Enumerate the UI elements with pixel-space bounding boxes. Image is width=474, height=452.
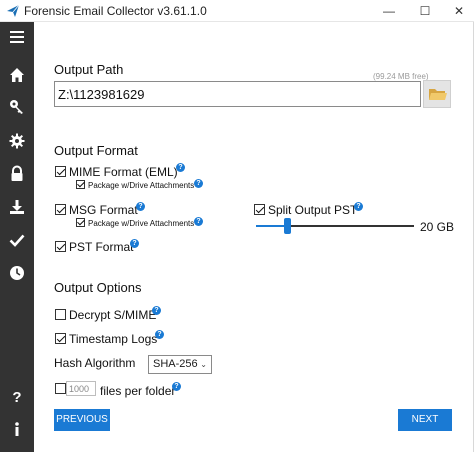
- free-space-label: (99.24 MB free): [373, 72, 429, 81]
- home-icon[interactable]: [8, 66, 26, 84]
- hash-algorithm-select[interactable]: SHA-256 ⌄: [148, 355, 212, 374]
- hash-algorithm-value: SHA-256: [153, 358, 198, 370]
- msg-format-label: MSG Format: [69, 203, 138, 217]
- files-per-folder-checkbox[interactable]: [55, 383, 66, 394]
- output-path-input[interactable]: [54, 81, 421, 107]
- pst-format-label: PST Format: [69, 240, 134, 254]
- folder-icon: [429, 89, 447, 100]
- timestamp-logs-checkbox[interactable]: [55, 333, 66, 344]
- split-pst-help-icon[interactable]: ?: [354, 202, 363, 211]
- gear-icon[interactable]: [8, 132, 26, 150]
- minimize-button[interactable]: —: [372, 0, 406, 22]
- output-path-heading: Output Path: [54, 62, 124, 77]
- app-logo-icon: [7, 4, 20, 17]
- previous-button[interactable]: PREVIOUS: [54, 409, 110, 431]
- decrypt-smime-label: Decrypt S/MIME: [69, 308, 157, 322]
- browse-folder-button[interactable]: [423, 80, 451, 108]
- info-icon[interactable]: [8, 420, 26, 438]
- msg-attachments-label: Package w/Drive Attachments: [88, 219, 195, 228]
- maximize-button[interactable]: ☐: [408, 0, 442, 22]
- split-pst-label: Split Output PST: [268, 203, 358, 217]
- next-button[interactable]: NEXT: [398, 409, 452, 431]
- pst-format-checkbox[interactable]: [55, 241, 66, 252]
- split-size-value: 20 GB: [420, 220, 455, 234]
- hash-algorithm-label: Hash Algorithm: [54, 356, 136, 370]
- output-options-heading: Output Options: [54, 280, 142, 295]
- title-bar: Forensic Email Collector v3.61.1.0 — ☐ ✕: [0, 0, 474, 22]
- msg-format-checkbox[interactable]: [55, 204, 66, 215]
- download-icon[interactable]: [8, 198, 26, 216]
- files-per-folder-label: files per folder: [100, 384, 176, 398]
- split-size-slider-fill: [256, 225, 288, 227]
- split-size-slider-track[interactable]: [256, 225, 414, 227]
- help-icon[interactable]: ?: [8, 387, 26, 405]
- checkmark-icon[interactable]: [8, 231, 26, 249]
- decrypt-smime-checkbox[interactable]: [55, 309, 66, 320]
- close-button[interactable]: ✕: [442, 0, 474, 22]
- mime-attachments-help-icon[interactable]: ?: [194, 179, 203, 188]
- sidebar: ?: [0, 22, 34, 452]
- clock-icon[interactable]: [8, 264, 26, 282]
- pst-format-help-icon[interactable]: ?: [130, 239, 139, 248]
- msg-format-help-icon[interactable]: ?: [136, 202, 145, 211]
- files-per-folder-help-icon[interactable]: ?: [172, 382, 181, 391]
- split-size-slider-thumb[interactable]: [284, 218, 292, 234]
- main-panel: Output Path (99.24 MB free) Output Forma…: [34, 22, 474, 452]
- files-per-folder-input[interactable]: [66, 381, 96, 396]
- mime-format-label: MIME Format (EML): [69, 165, 178, 179]
- menu-icon[interactable]: [8, 28, 26, 46]
- mime-format-help-icon[interactable]: ?: [176, 163, 185, 172]
- msg-attachments-help-icon[interactable]: ?: [194, 217, 203, 226]
- mime-attachments-label: Package w/Drive Attachments: [88, 181, 195, 190]
- window-title: Forensic Email Collector v3.61.1.0: [24, 4, 207, 18]
- mime-attachments-checkbox[interactable]: [76, 180, 85, 189]
- msg-attachments-checkbox[interactable]: [76, 218, 85, 227]
- timestamp-logs-help-icon[interactable]: ?: [155, 330, 164, 339]
- lock-icon[interactable]: [8, 165, 26, 183]
- svg-text:?: ?: [12, 389, 21, 405]
- output-format-heading: Output Format: [54, 143, 138, 158]
- split-pst-checkbox[interactable]: [254, 204, 265, 215]
- mime-format-checkbox[interactable]: [55, 166, 66, 177]
- chevron-down-icon: ⌄: [200, 360, 207, 369]
- timestamp-logs-label: Timestamp Logs: [69, 332, 158, 346]
- key-icon[interactable]: [8, 98, 26, 116]
- decrypt-smime-help-icon[interactable]: ?: [152, 306, 161, 315]
